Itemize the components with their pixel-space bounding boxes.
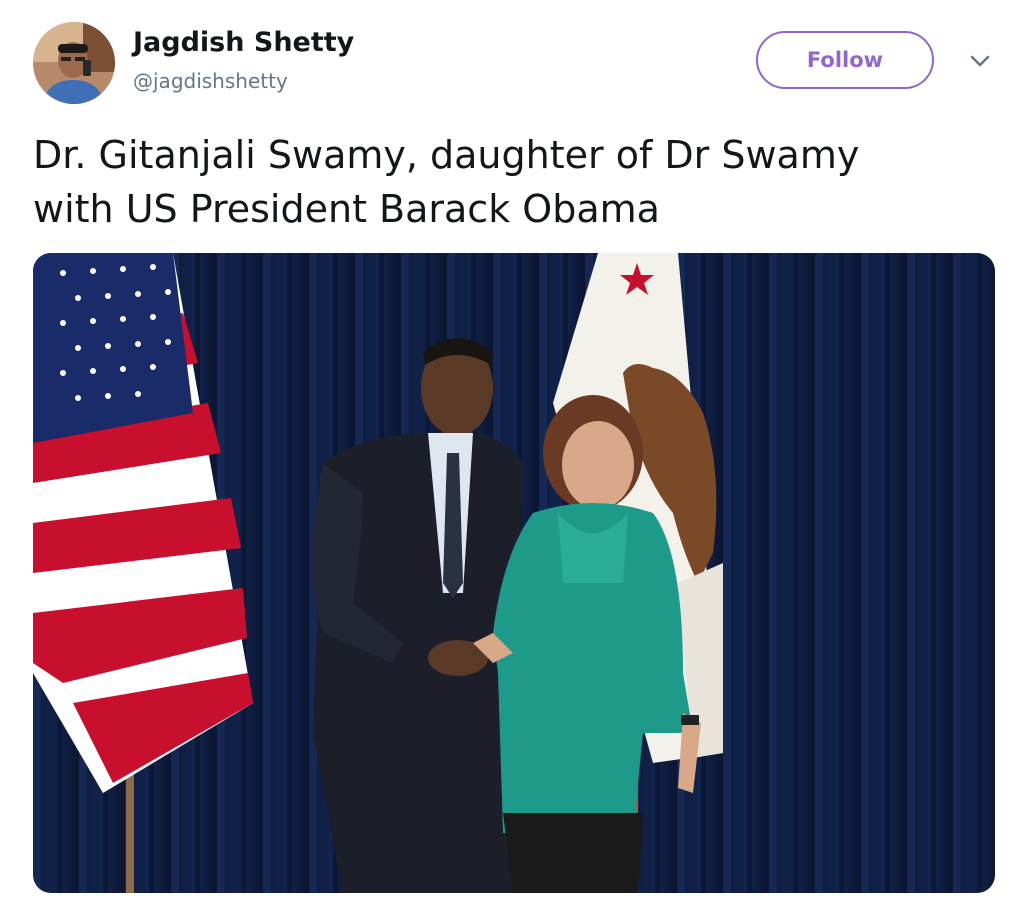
tweet-text: Dr. Gitanjali Swamy, daughter of Dr Swam…	[33, 128, 993, 236]
follow-button[interactable]: Follow	[756, 31, 934, 89]
author-handle[interactable]: @jagdishshetty	[133, 67, 288, 95]
tweet-photo[interactable]	[33, 253, 995, 893]
author-display-name[interactable]: Jagdish Shetty	[133, 26, 354, 60]
chevron-down-icon[interactable]	[966, 50, 994, 72]
avatar-photo	[33, 22, 115, 104]
photo-illustration	[33, 253, 995, 893]
author-avatar[interactable]	[33, 22, 115, 104]
tweet-text-line: Dr. Gitanjali Swamy, daughter of Dr Swam…	[33, 133, 860, 177]
tweet-text-line: with US President Barack Obama	[33, 187, 660, 231]
